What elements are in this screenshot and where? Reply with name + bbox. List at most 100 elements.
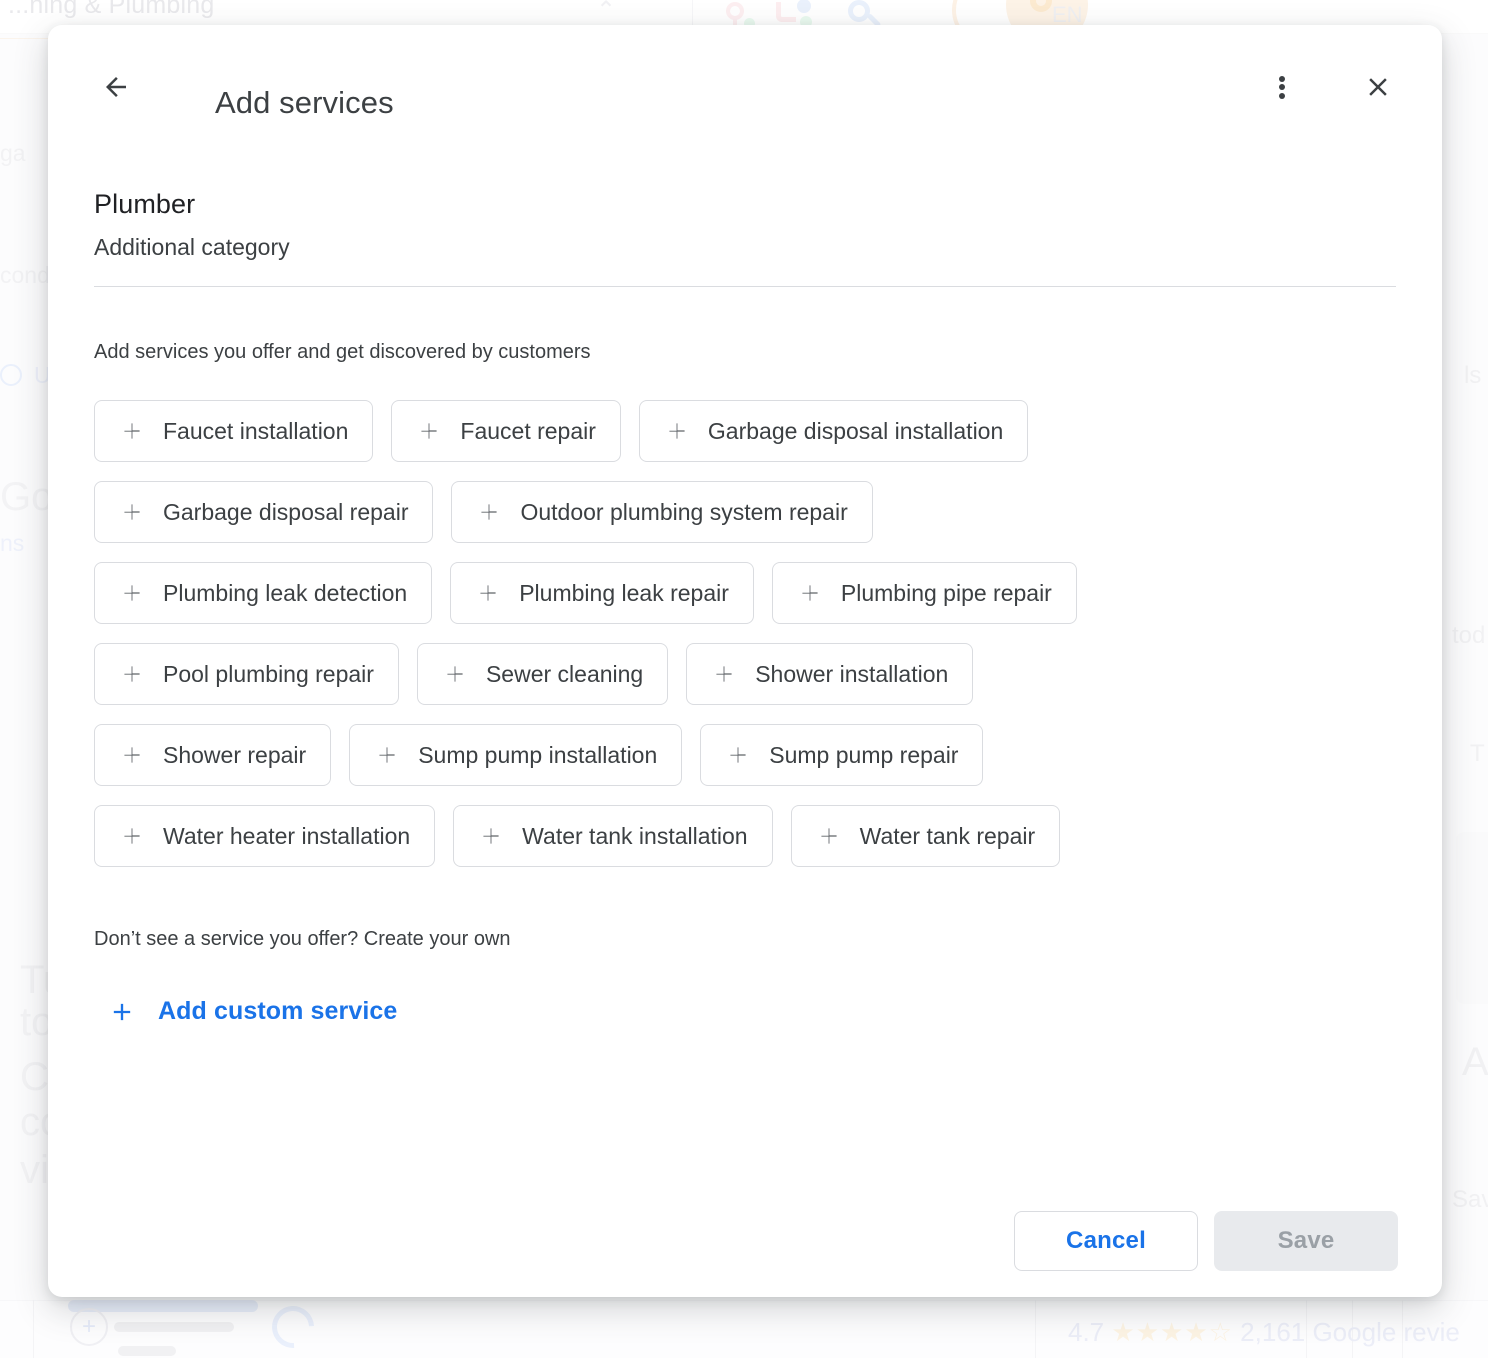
background-bottom-divider-5	[33, 1300, 34, 1358]
service-chip[interactable]: Sump pump repair	[700, 724, 983, 786]
service-chip[interactable]: Shower installation	[686, 643, 973, 705]
background-right-word-4: Save	[1452, 1186, 1488, 1214]
background-skeleton-bar-2	[114, 1322, 234, 1332]
service-chip-row: Water heater installation Water tank inst…	[94, 805, 1396, 867]
background-bottom-divider	[1035, 1300, 1036, 1358]
service-chip-row: Pool plumbing repair Sewer cleaning Shower…	[94, 643, 1396, 705]
background-add-icon: +	[70, 1308, 108, 1346]
service-chip-row: Garbage disposal repair Outdoor plumbing …	[94, 481, 1396, 543]
section-divider	[94, 286, 1396, 287]
service-chip-row: Faucet installation Faucet repair Garbage …	[94, 400, 1396, 462]
background-chevron-icon: ⌃	[596, 0, 616, 25]
plus-icon	[476, 499, 502, 525]
service-chip[interactable]: Sewer cleaning	[417, 643, 668, 705]
close-icon	[1363, 72, 1393, 102]
service-chip[interactable]: Garbage disposal repair	[94, 481, 433, 543]
create-own-text: Don’t see a service you offer? Create yo…	[94, 928, 1396, 951]
service-chip-label: Shower repair	[163, 742, 306, 769]
plus-icon	[416, 418, 442, 444]
service-chip[interactable]: Water tank installation	[453, 805, 772, 867]
service-chip-label: Sump pump installation	[418, 742, 657, 769]
background-rating-stars: ★★★★☆	[1111, 1317, 1233, 1347]
plus-icon	[119, 580, 145, 606]
dialog-body: Plumber Additional category Add services…	[48, 189, 1442, 1031]
cancel-button[interactable]: Cancel	[1014, 1211, 1198, 1271]
service-chip[interactable]: Water heater installation	[94, 805, 435, 867]
service-chip-label: Faucet repair	[460, 418, 596, 445]
background-rating-score: 4.7	[1068, 1317, 1104, 1347]
helper-text: Add services you offer and get discovere…	[94, 341, 1396, 364]
service-chip-label: Shower installation	[755, 661, 948, 688]
plus-icon	[725, 742, 751, 768]
background-sep-1	[0, 38, 48, 39]
add-custom-service-label: Add custom service	[158, 997, 397, 1026]
plus-icon	[119, 742, 145, 768]
service-chip[interactable]: Garbage disposal installation	[639, 400, 1028, 462]
background-word-9: vi	[20, 1148, 49, 1193]
service-chip[interactable]: Plumbing pipe repair	[772, 562, 1077, 624]
service-chip[interactable]: Water tank repair	[791, 805, 1061, 867]
background-word-0: ga	[0, 140, 26, 167]
plus-icon	[374, 742, 400, 768]
service-chip-list: Faucet installation Faucet repair Garbage …	[94, 400, 1396, 867]
background-rating-reviews: 2,161 Google revie	[1240, 1317, 1460, 1347]
category-name: Plumber	[94, 189, 1396, 220]
background-word-3: Go	[0, 475, 53, 520]
service-chip-label: Outdoor plumbing system repair	[520, 499, 847, 526]
service-chip-label: Water tank installation	[522, 823, 747, 850]
plus-icon	[664, 418, 690, 444]
service-chip[interactable]: Pool plumbing repair	[94, 643, 399, 705]
background-right-word-3: A	[1462, 1040, 1488, 1085]
service-chip-label: Garbage disposal installation	[708, 418, 1003, 445]
service-chip-label: Garbage disposal repair	[163, 499, 408, 526]
plus-icon	[478, 823, 504, 849]
service-chip-label: Water heater installation	[163, 823, 410, 850]
service-chip[interactable]: Faucet installation	[94, 400, 373, 462]
background-business-title: ...ning & Plumbing	[8, 0, 215, 20]
background-right-word-0: ls	[1464, 362, 1481, 390]
background-rating: 4.7 ★★★★☆ 2,161 Google revie	[1068, 1317, 1460, 1348]
more-options-button[interactable]	[1260, 65, 1304, 109]
background-search-icon-small	[848, 0, 870, 22]
dialog-header-actions	[1260, 65, 1400, 109]
background-word-4: ns	[0, 530, 24, 557]
plus-icon	[711, 661, 737, 687]
service-chip-row: Plumbing leak detection Plumbing leak rep…	[94, 562, 1396, 624]
background-update-icon	[0, 364, 22, 386]
plus-icon	[797, 580, 823, 606]
close-button[interactable]	[1356, 65, 1400, 109]
background-right-word-1: tod	[1452, 622, 1485, 650]
service-chip-label: Water tank repair	[860, 823, 1036, 850]
add-custom-service-button[interactable]: Add custom service	[108, 997, 397, 1026]
service-chip-label: Plumbing leak repair	[519, 580, 729, 607]
background-icon-3	[776, 2, 796, 22]
plus-icon	[119, 661, 145, 687]
dialog-footer: Cancel Save	[48, 1185, 1442, 1297]
background-card	[1456, 832, 1488, 1004]
background-skeleton-bar-3	[118, 1346, 176, 1356]
service-chip-label: Plumbing leak detection	[163, 580, 407, 607]
service-chip-label: Sump pump repair	[769, 742, 958, 769]
service-chip[interactable]: Outdoor plumbing system repair	[451, 481, 872, 543]
plus-icon	[119, 418, 145, 444]
back-arrow-icon	[101, 72, 131, 102]
service-chip-label: Pool plumbing repair	[163, 661, 374, 688]
plus-icon	[119, 823, 145, 849]
service-chip[interactable]: Plumbing leak repair	[450, 562, 754, 624]
more-vert-icon	[1279, 73, 1285, 101]
dialog-title: Add services	[215, 85, 394, 121]
plus-icon	[475, 580, 501, 606]
service-chip-label: Plumbing pipe repair	[841, 580, 1052, 607]
category-subtitle: Additional category	[94, 234, 1396, 261]
back-button[interactable]	[94, 65, 138, 109]
service-chip-label: Faucet installation	[163, 418, 348, 445]
plus-icon	[119, 499, 145, 525]
add-services-dialog: Add services Plumber Additional category…	[48, 25, 1442, 1297]
service-chip[interactable]: Sump pump installation	[349, 724, 682, 786]
service-chip[interactable]: Faucet repair	[391, 400, 621, 462]
service-chip-label: Sewer cleaning	[486, 661, 643, 688]
background-right-word-2: T	[1470, 740, 1485, 768]
service-chip[interactable]: Plumbing leak detection	[94, 562, 432, 624]
service-chip[interactable]: Shower repair	[94, 724, 331, 786]
save-button[interactable]: Save	[1214, 1211, 1398, 1271]
